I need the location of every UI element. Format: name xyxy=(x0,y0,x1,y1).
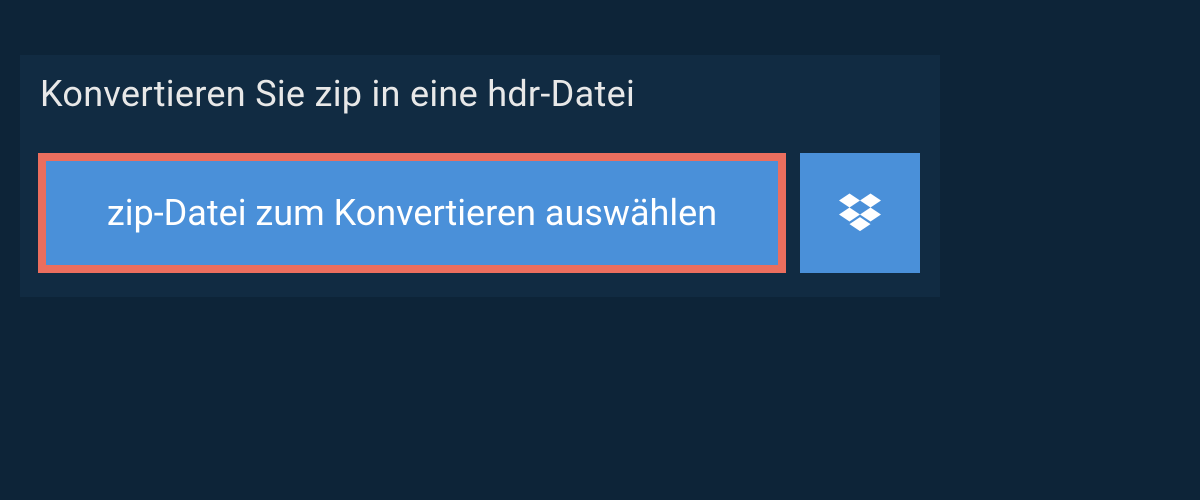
upload-button-row: zip-Datei zum Konvertieren auswählen xyxy=(20,135,940,297)
dropbox-button[interactable] xyxy=(800,153,920,273)
select-file-label: zip-Datei zum Konvertieren auswählen xyxy=(107,192,717,234)
select-file-button[interactable]: zip-Datei zum Konvertieren auswählen xyxy=(38,153,786,273)
page-title: Konvertieren Sie zip in eine hdr-Datei xyxy=(40,73,740,115)
dropbox-icon xyxy=(839,190,881,236)
converter-panel: Konvertieren Sie zip in eine hdr-Datei z… xyxy=(20,55,940,297)
title-bar: Konvertieren Sie zip in eine hdr-Datei xyxy=(20,55,760,135)
